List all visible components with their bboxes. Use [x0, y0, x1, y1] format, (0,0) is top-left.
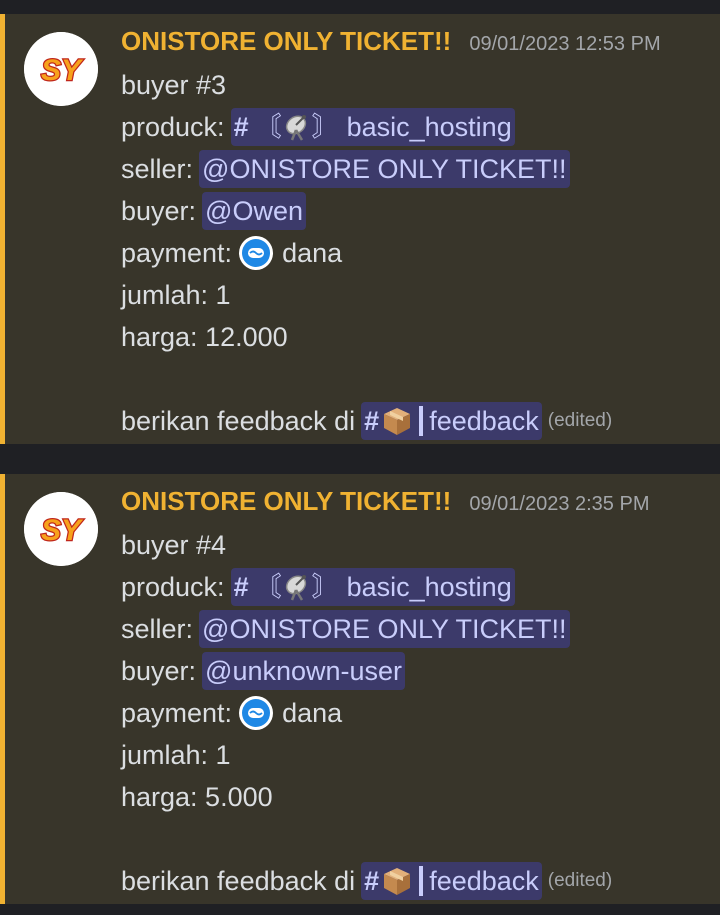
channel-mention-feedback[interactable]: # feedback: [361, 862, 542, 900]
avatar[interactable]: SY: [24, 32, 98, 106]
channel-name: basic_hosting: [346, 572, 512, 602]
title-line: buyer #4: [121, 524, 612, 566]
buyer-label: buyer:: [121, 196, 197, 226]
sy-logo-icon: SY: [24, 492, 98, 566]
author-name[interactable]: ONISTORE ONLY TICKET!!: [121, 486, 451, 517]
timestamp: 09/01/2023 2:35 PM: [469, 493, 650, 515]
feedback-line: berikan feedback di # feedback (edited): [121, 400, 612, 442]
product-line: produck: # 〘 〙 basic_hosting: [121, 566, 612, 608]
payment-line: payment: dana: [121, 692, 612, 734]
product-line: produck: # 〘 〙 basic_hosting: [121, 106, 612, 148]
channel-name: feedback: [429, 406, 539, 436]
quantity-text: jumlah: 1: [121, 280, 231, 310]
user-mention-seller[interactable]: @ONISTORE ONLY TICKET!!: [199, 150, 570, 188]
svg-text:SY: SY: [41, 54, 84, 87]
hash-icon: #: [364, 406, 380, 436]
edited-tag: (edited): [547, 410, 613, 431]
message-content: buyer #3 produck: # 〘 〙 basic_hosting se…: [121, 64, 612, 442]
feedback-line: berikan feedback di # feedback (edited): [121, 860, 612, 902]
user-mention-seller[interactable]: @ONISTORE ONLY TICKET!!: [199, 610, 570, 648]
message-header: ONISTORE ONLY TICKET!! 09/01/2023 12:53 …: [121, 26, 661, 58]
bracket-open: 〘: [254, 572, 282, 602]
buyer-label: buyer:: [121, 656, 197, 686]
message-header: ONISTORE ONLY TICKET!! 09/01/2023 2:35 P…: [121, 486, 649, 518]
highlight-bar: [0, 474, 5, 904]
message-item[interactable]: SY ONISTORE ONLY TICKET!! 09/01/2023 12:…: [0, 14, 720, 444]
payment-line: payment: dana: [121, 232, 612, 274]
bracket-close: 〙: [311, 572, 339, 602]
product-label: produck:: [121, 572, 225, 602]
payment-label: payment:: [121, 698, 233, 728]
bracket-close: 〙: [311, 112, 339, 142]
seller-label: seller:: [121, 614, 194, 644]
bracket-open: 〘: [254, 112, 282, 142]
buyer-number: buyer #4: [121, 530, 227, 560]
price-text: harga: 12.000: [121, 322, 288, 352]
title-line: buyer #3: [121, 64, 612, 106]
payment-method: dana: [282, 238, 343, 268]
channel-name: feedback: [429, 866, 539, 896]
package-box-icon: [384, 868, 411, 895]
channel-mention-feedback[interactable]: # feedback: [361, 402, 542, 440]
highlight-bar: [0, 14, 5, 444]
payment-label: payment:: [121, 238, 233, 268]
sy-logo-icon: SY: [24, 32, 98, 106]
seller-label: seller:: [121, 154, 194, 184]
user-mention-buyer[interactable]: @Owen: [202, 192, 306, 230]
seller-line: seller: @ONISTORE ONLY TICKET!!: [121, 608, 612, 650]
channel-mention-product[interactable]: # 〘 〙 basic_hosting: [230, 568, 515, 606]
svg-text:SY: SY: [41, 514, 84, 547]
buyer-number: buyer #3: [121, 70, 227, 100]
timestamp: 09/01/2023 12:53 PM: [469, 33, 661, 55]
channel-name: basic_hosting: [346, 112, 512, 142]
edited-tag: (edited): [547, 870, 613, 891]
user-mention-buyer[interactable]: @unknown-user: [202, 652, 406, 690]
buyer-line: buyer: @unknown-user: [121, 650, 612, 692]
package-box-icon: [384, 408, 411, 435]
hash-icon: #: [364, 866, 380, 896]
channel-mention-product[interactable]: # 〘 〙 basic_hosting: [230, 108, 515, 146]
channel-separator: [419, 406, 424, 436]
author-name[interactable]: ONISTORE ONLY TICKET!!: [121, 26, 451, 57]
satellite-dish-icon: [285, 115, 306, 141]
dana-wallet-icon: [239, 236, 274, 270]
payment-method: dana: [282, 698, 343, 728]
buyer-line: buyer: @Owen: [121, 190, 612, 232]
price-text: harga: 5.000: [121, 782, 273, 812]
message-item[interactable]: SY ONISTORE ONLY TICKET!! 09/01/2023 2:3…: [0, 474, 720, 904]
feedback-text: berikan feedback di: [121, 406, 356, 436]
message-content: buyer #4 produck: # 〘 〙 basic_hosting se…: [121, 524, 612, 902]
message-list: SY ONISTORE ONLY TICKET!! 09/01/2023 12:…: [0, 0, 720, 915]
price-line: harga: 12.000: [121, 316, 612, 358]
feedback-text: berikan feedback di: [121, 866, 356, 896]
channel-separator: [419, 866, 424, 896]
seller-line: seller: @ONISTORE ONLY TICKET!!: [121, 148, 612, 190]
price-line: harga: 5.000: [121, 776, 612, 818]
hash-icon: #: [233, 112, 249, 142]
product-label: produck:: [121, 112, 225, 142]
quantity-line: jumlah: 1: [121, 274, 612, 316]
hash-icon: #: [233, 572, 249, 602]
avatar[interactable]: SY: [24, 492, 98, 566]
dana-wallet-icon: [239, 696, 274, 730]
quantity-text: jumlah: 1: [121, 740, 231, 770]
satellite-dish-icon: [285, 575, 306, 601]
quantity-line: jumlah: 1: [121, 734, 612, 776]
